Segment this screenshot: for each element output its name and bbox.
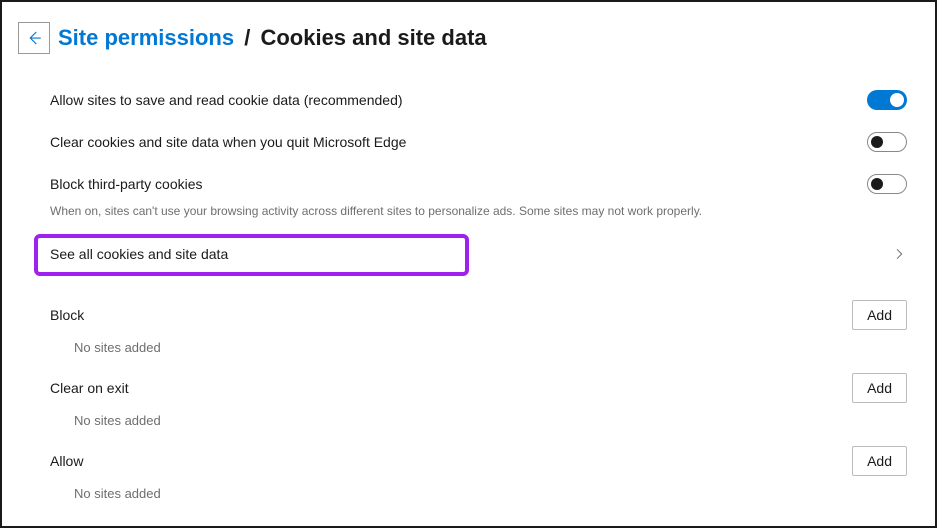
back-button[interactable]	[18, 22, 50, 54]
block-third-party-label: Block third-party cookies	[50, 176, 203, 192]
arrow-left-icon	[25, 29, 43, 47]
allow-section-title: Allow	[50, 453, 83, 469]
clear-on-exit-add-button[interactable]: Add	[852, 373, 907, 403]
block-third-party-row: Block third-party cookies	[50, 166, 907, 202]
allow-cookies-label: Allow sites to save and read cookie data…	[50, 92, 403, 108]
see-all-cookies-row[interactable]: See all cookies and site data	[50, 226, 907, 282]
breadcrumb-separator: /	[244, 25, 250, 50]
allow-cookies-row: Allow sites to save and read cookie data…	[50, 82, 907, 118]
see-all-label: See all cookies and site data	[50, 246, 228, 262]
chevron-right-icon	[891, 246, 907, 262]
breadcrumb-link[interactable]: Site permissions	[58, 25, 234, 50]
allow-empty-text: No sites added	[50, 476, 907, 501]
block-section-title: Block	[50, 307, 84, 323]
allow-add-button[interactable]: Add	[852, 446, 907, 476]
clear-on-quit-toggle[interactable]	[867, 132, 907, 152]
clear-on-exit-empty-text: No sites added	[50, 403, 907, 428]
breadcrumb: Site permissions / Cookies and site data	[58, 25, 487, 51]
breadcrumb-current: Cookies and site data	[260, 25, 486, 50]
settings-content: Allow sites to save and read cookie data…	[18, 82, 907, 501]
allow-cookies-toggle[interactable]	[867, 90, 907, 110]
block-add-button[interactable]: Add	[852, 300, 907, 330]
allow-section: Allow Add No sites added	[50, 446, 907, 501]
clear-on-quit-label: Clear cookies and site data when you qui…	[50, 134, 406, 150]
clear-on-quit-row: Clear cookies and site data when you qui…	[50, 124, 907, 160]
block-empty-text: No sites added	[50, 330, 907, 355]
clear-on-exit-section-title: Clear on exit	[50, 380, 129, 396]
page-header: Site permissions / Cookies and site data	[18, 22, 907, 54]
block-section: Block Add No sites added	[50, 300, 907, 355]
block-third-party-description: When on, sites can't use your browsing a…	[50, 204, 907, 218]
clear-on-exit-section: Clear on exit Add No sites added	[50, 373, 907, 428]
block-third-party-toggle[interactable]	[867, 174, 907, 194]
see-all-highlight: See all cookies and site data	[34, 234, 469, 276]
